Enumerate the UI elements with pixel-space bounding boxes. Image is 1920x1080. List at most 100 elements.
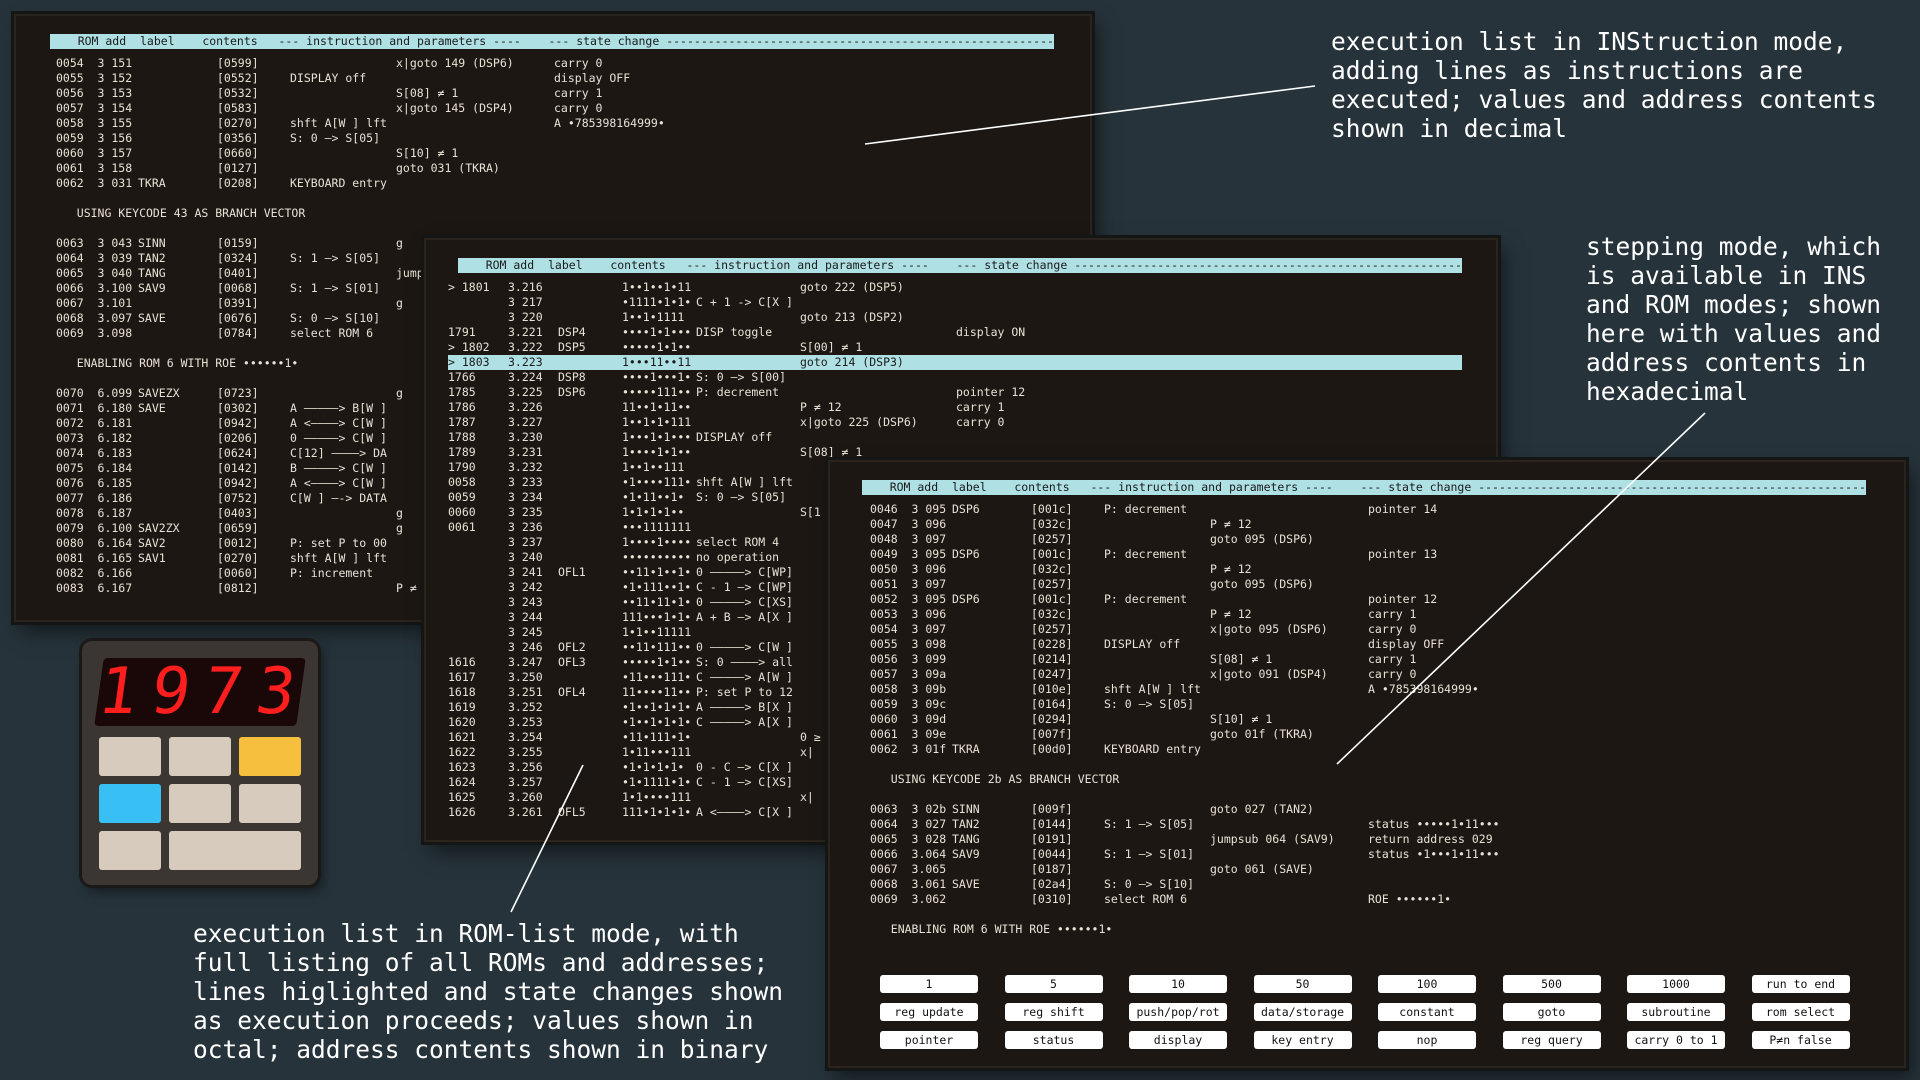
cell: [02a4] <box>1031 877 1073 891</box>
list-item[interactable]: 0059 3 09c [0164] S: 0 —> S[05] <box>830 697 1904 712</box>
cell: A <————> C[W ] <box>290 476 387 490</box>
list-item[interactable]: 0061 3 09e [007f] goto 01f (TKRA) <box>830 727 1904 742</box>
cell: > 1802 <box>448 340 490 354</box>
execution-list[interactable]: 0046 3 095 DSP6 [001c] P: decrement pointer … <box>830 502 1904 937</box>
list-item[interactable]: 0062 3 01f TKRA [00d0] KEYBOARD entry <box>830 742 1904 757</box>
cell: [0257] <box>1031 532 1073 546</box>
list-item[interactable]: > 1801 3.216 1••1••1•11 goto 222 (DSP5) <box>426 280 1496 295</box>
step-button-nop[interactable]: nop <box>1378 1031 1476 1049</box>
list-item[interactable]: 0062 3 031 TKRA [0208] KEYBOARD entry <box>16 176 1090 191</box>
list-item[interactable] <box>830 907 1904 922</box>
step-button-pointer[interactable]: pointer <box>880 1031 978 1049</box>
cell: S: 0 ————> all <box>696 655 793 669</box>
cell: SAVE <box>138 401 166 415</box>
cell: S: 1 —> S[05] <box>290 251 381 265</box>
list-item[interactable]: ENABLING ROM 6 WITH ROE ••••••1• <box>830 922 1904 937</box>
list-item[interactable]: 0060 3 157 [0660] S[10] ≠ 1 <box>16 146 1090 161</box>
list-item[interactable]: 1766 3.224 DSP8 ••••1•••1• S: 0 —> S[00] <box>426 370 1496 385</box>
list-item[interactable]: 0053 3 096 [032c] P ≠ 12 carry 1 <box>830 607 1904 622</box>
step-button-reg-shift[interactable]: reg shift <box>1004 1003 1103 1021</box>
list-item[interactable]: 0054 3 151 [0599] x|goto 149 (DSP6) carry 0 <box>16 56 1090 71</box>
list-item[interactable]: 1788 3.230 1•••1•1••• DISPLAY off <box>426 430 1496 445</box>
list-item[interactable]: 0056 3 153 [0532] S[08] ≠ 1 carry 1 <box>16 86 1090 101</box>
step-button-1000[interactable]: 1000 <box>1627 975 1725 993</box>
list-item[interactable]: 0066 3.064 SAV9 [0044] S: 1 —> S[01] status … <box>830 847 1904 862</box>
list-item[interactable]: 0056 3 099 [0214] S[08] ≠ 1 carry 1 <box>830 652 1904 667</box>
cell: g <box>396 521 403 535</box>
list-item[interactable] <box>16 221 1090 236</box>
step-button-10[interactable]: 10 <box>1129 975 1227 993</box>
cell: [0599] <box>217 56 259 70</box>
list-item[interactable]: 0067 3.065 [0187] goto 061 (SAVE) <box>830 862 1904 877</box>
list-item[interactable]: 0065 3 028 TANG [0191] jumpsub 064 (SAV9) re… <box>830 832 1904 847</box>
list-item[interactable]: 3 220 1••1•1111 goto 213 (DSP2) <box>426 310 1496 325</box>
step-button-push-pop-rot[interactable]: push/pop/rot <box>1129 1003 1227 1021</box>
list-item[interactable]: USING KEYCODE 43 AS BRANCH VECTOR <box>16 206 1090 221</box>
list-item[interactable] <box>830 757 1904 772</box>
step-button-1[interactable]: 1 <box>880 975 978 993</box>
list-item[interactable]: 0061 3 158 [0127] goto 031 (TKRA) <box>16 161 1090 176</box>
list-item[interactable]: 0058 3 155 [0270] shft A[W ] lft A •7853981… <box>16 116 1090 131</box>
cell: 1766 <box>448 370 476 384</box>
step-button-run-to-end[interactable]: run to end <box>1751 975 1850 993</box>
cell: 0 —————> C[XS] <box>696 595 793 609</box>
cell: 0057 3 154 <box>56 101 133 115</box>
cell: TANG <box>138 266 166 280</box>
step-button-p-n-false[interactable]: P≠n false <box>1751 1031 1850 1049</box>
list-item[interactable]: 0055 3 152 [0552] DISPLAY off display OFF <box>16 71 1090 86</box>
list-item[interactable]: > 1803 3.223 1•••11••11 goto 214 (DSP3) <box>448 355 1462 370</box>
list-item[interactable]: 3 217 •1111•1•1• C + 1 -> C[X ] <box>426 295 1496 310</box>
list-item[interactable]: 0069 3.062 [0310] select ROM 6 ROE ••••••1• <box>830 892 1904 907</box>
cell: P: increment <box>290 566 374 580</box>
cell: TKRA <box>138 176 166 190</box>
list-item[interactable]: 0054 3 097 [0257] x|goto 095 (DSP6) carry 0 <box>830 622 1904 637</box>
list-item[interactable]: 0068 3.061 SAVE [02a4] S: 0 —> S[10] <box>830 877 1904 892</box>
list-item[interactable]: 1785 3.225 DSP6 •••••111•• P: decrement point… <box>426 385 1496 400</box>
step-button-100[interactable]: 100 <box>1378 975 1476 993</box>
step-button-reg-update[interactable]: reg update <box>880 1003 978 1021</box>
list-item[interactable]: 1791 3.221 DSP4 ••••1•1••• DISP toggle displa… <box>426 325 1496 340</box>
step-button-status[interactable]: status <box>1004 1031 1103 1049</box>
list-item[interactable]: 0052 3 095 DSP6 [001c] P: decrement pointer … <box>830 592 1904 607</box>
step-button-50[interactable]: 50 <box>1253 975 1352 993</box>
cell: > 1801 <box>448 280 490 294</box>
step-button-key-entry[interactable]: key entry <box>1253 1031 1352 1049</box>
list-item[interactable]: 0063 3 02b SINN [009f] goto 027 (TAN2) <box>830 802 1904 817</box>
list-item[interactable]: 0057 3 154 [0583] x|goto 145 (DSP4) carry 0 <box>16 101 1090 116</box>
cell: A —————> B[W ] <box>290 401 387 415</box>
list-item[interactable]: 0050 3 096 [032c] P ≠ 12 <box>830 562 1904 577</box>
cell: > 1803 <box>448 355 490 369</box>
step-button-subroutine[interactable]: subroutine <box>1627 1003 1725 1021</box>
list-item[interactable]: 0064 3 027 TAN2 [0144] S: 1 —> S[05] status … <box>830 817 1904 832</box>
list-item[interactable]: USING KEYCODE 2b AS BRANCH VECTOR <box>830 772 1904 787</box>
list-item[interactable]: 0048 3 097 [0257] goto 095 (DSP6) <box>830 532 1904 547</box>
list-item[interactable]: 0059 3 156 [0356] S: 0 —> S[05] <box>16 131 1090 146</box>
step-button-5[interactable]: 5 <box>1004 975 1103 993</box>
step-button-display[interactable]: display <box>1129 1031 1227 1049</box>
list-item[interactable]: 0047 3 096 [032c] P ≠ 12 <box>830 517 1904 532</box>
cell: 3.255 <box>508 745 543 759</box>
cell: S[10] ≠ 1 <box>396 146 459 160</box>
step-button-reg-query[interactable]: reg query <box>1502 1031 1601 1049</box>
list-item[interactable]: 1786 3.226 11••1•11•• P ≠ 12 carry 1 <box>426 400 1496 415</box>
list-item[interactable]: 1789 3.231 1••••1•1•• S[08] ≠ 1 <box>426 445 1496 460</box>
list-item[interactable]: 0046 3 095 DSP6 [001c] P: decrement pointer … <box>830 502 1904 517</box>
step-button-500[interactable]: 500 <box>1502 975 1601 993</box>
list-item[interactable]: 0058 3 09b [010e] shft A[W ] lft A •7853981… <box>830 682 1904 697</box>
list-item[interactable]: 1787 3.227 1••1•1•111 x|goto 225 (DSP6) carr… <box>426 415 1496 430</box>
step-button-rom-select[interactable]: rom select <box>1751 1003 1850 1021</box>
list-item[interactable]: 0051 3 097 [0257] goto 095 (DSP6) <box>830 577 1904 592</box>
step-button-carry-0-to-1[interactable]: carry 0 to 1 <box>1627 1031 1725 1049</box>
step-button-goto[interactable]: goto <box>1502 1003 1601 1021</box>
list-item[interactable] <box>830 787 1904 802</box>
list-item[interactable]: 0055 3 098 [0228] DISPLAY off display OFF <box>830 637 1904 652</box>
step-button-constant[interactable]: constant <box>1378 1003 1476 1021</box>
list-item[interactable]: 0057 3 09a [0247] x|goto 091 (DSP4) carry 0 <box>830 667 1904 682</box>
list-item[interactable]: 0060 3 09d [0294] S[10] ≠ 1 <box>830 712 1904 727</box>
list-item[interactable]: 0049 3 095 DSP6 [001c] P: decrement pointer … <box>830 547 1904 562</box>
cell: 3 240 <box>508 550 543 564</box>
list-item[interactable] <box>16 191 1090 206</box>
cell: [007f] <box>1031 727 1073 741</box>
list-item[interactable]: > 1802 3.222 DSP5 •••••1•1•• S[00] ≠ 1 <box>426 340 1496 355</box>
step-button-data-storage[interactable]: data/storage <box>1253 1003 1352 1021</box>
